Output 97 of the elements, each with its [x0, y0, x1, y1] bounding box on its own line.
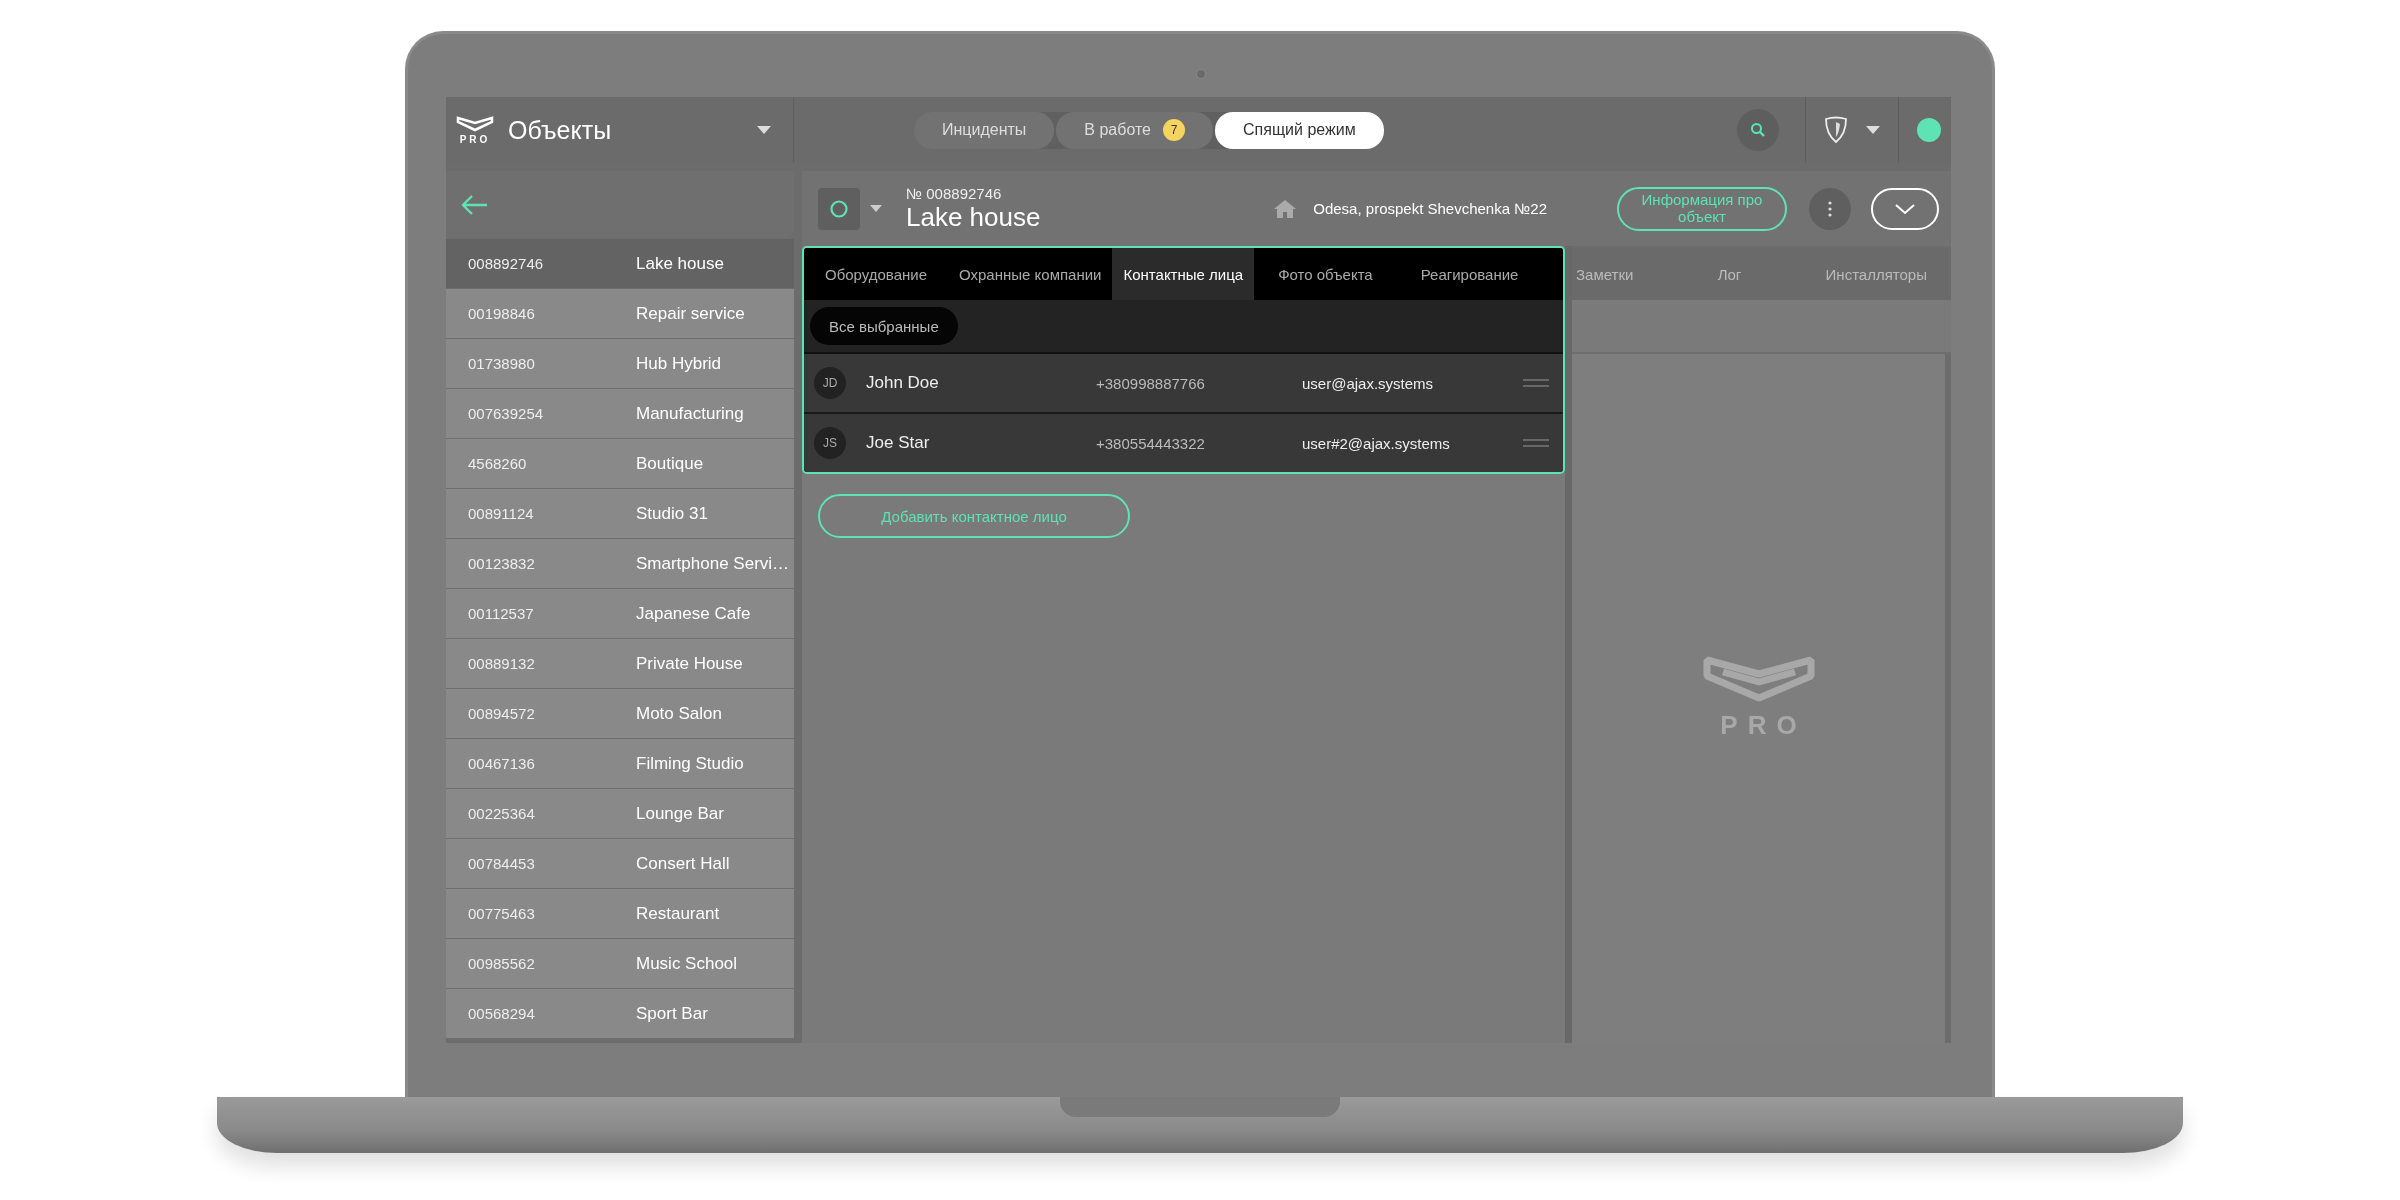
object-name: Consert Hall: [636, 853, 730, 874]
filter-chip[interactable]: Все выбранные: [810, 307, 958, 345]
object-title: Lake house: [906, 201, 1041, 233]
object-name: Boutique: [636, 453, 704, 474]
object-name: Manufacturing: [636, 403, 744, 424]
object-number: 00985562: [467, 955, 536, 972]
chevron-down-icon: [1894, 202, 1916, 215]
object-list-item[interactable]: 00467136 Filming Studio: [446, 739, 794, 789]
status-dot: [1917, 118, 1941, 142]
logo-icon: [456, 115, 494, 132]
contact-row[interactable]: JD John Doe +380998887766 user@ajax.systems: [804, 354, 1563, 414]
mode-tab[interactable]: В работе 7: [1056, 111, 1213, 149]
object-number: 00467136: [467, 755, 536, 772]
object-list-item[interactable]: 00894572 Moto Salon: [446, 689, 794, 739]
object-number: 00775463: [467, 905, 536, 922]
object-name: Filming Studio: [636, 753, 744, 774]
object-list-item[interactable]: 008892746 Lake house: [446, 239, 794, 289]
object-number: 01738980: [467, 355, 536, 372]
mode-tab[interactable]: Инциденты: [914, 111, 1055, 149]
tab[interactable]: Охранные компании: [938, 248, 1113, 300]
object-name: Repair service: [636, 303, 745, 324]
expand-button[interactable]: [1871, 187, 1939, 230]
page-title: Объекты: [508, 115, 613, 145]
camera-icon: [1196, 69, 1206, 79]
object-name: Moto Salon: [636, 703, 722, 724]
object-number: 00894572: [467, 705, 536, 722]
shield-icon[interactable]: [1824, 116, 1848, 144]
object-number: 00198846: [467, 305, 536, 322]
more-icon: [1828, 200, 1832, 217]
object-list-item[interactable]: 00775463 Restaurant: [446, 889, 794, 939]
tab[interactable]: Инсталляторы: [1821, 265, 1931, 283]
object-number: 4568260: [467, 455, 528, 472]
object-number: 00568294: [467, 1005, 536, 1022]
contact-name: Joe Star: [865, 433, 931, 453]
object-name: Smartphone Servi…: [636, 553, 790, 574]
avatar-initials: JD: [814, 367, 846, 399]
circle-icon: [829, 198, 849, 219]
mode-tab[interactable]: Спящий режим: [1215, 111, 1384, 149]
contact-name: John Doe: [865, 373, 940, 393]
object-list-item[interactable]: 01738980 Hub Hybrid: [446, 339, 794, 389]
caret-icon[interactable]: [757, 126, 771, 134]
object-number: 00891124: [467, 505, 535, 522]
tab[interactable]: Фото объекта: [1254, 248, 1397, 300]
object-id: № 008892746: [906, 184, 1003, 202]
object-number: 00889132: [467, 655, 536, 672]
contact-phone: +380554443322: [1096, 434, 1206, 452]
contact-email: user#2@ajax.systems: [1302, 434, 1451, 452]
drag-handle-icon[interactable]: [1523, 439, 1549, 447]
logo-text: PRO: [459, 133, 491, 145]
drag-handle-icon[interactable]: [1523, 379, 1549, 387]
object-number: 008892746: [467, 255, 545, 272]
search-button[interactable]: [1737, 109, 1779, 151]
object-list-item[interactable]: 00198846 Repair service: [446, 289, 794, 339]
caret-icon[interactable]: [870, 205, 882, 212]
contact-row[interactable]: JS Joe Star +380554443322 user#2@ajax.systems: [804, 414, 1563, 472]
object-number: 00225364: [467, 805, 536, 822]
arm-status-button[interactable]: [818, 187, 860, 230]
avatar-initials: JS: [814, 427, 846, 459]
tab[interactable]: Заметки: [1572, 265, 1638, 283]
tab[interactable]: Реагирование: [1396, 248, 1543, 300]
logo-icon: [1702, 656, 1815, 702]
search-icon: [1750, 122, 1766, 138]
object-name: Japanese Cafe: [636, 603, 751, 624]
object-name: Music School: [636, 953, 738, 974]
object-name: Studio 31: [636, 503, 708, 524]
object-number: 007639254: [467, 405, 545, 422]
tab[interactable]: Контактные лица: [1112, 248, 1255, 300]
object-name: Sport Bar: [636, 1003, 708, 1024]
object-name: Lake house: [636, 253, 724, 274]
object-number: 00123832: [467, 555, 536, 572]
object-name: Hub Hybrid: [636, 353, 722, 374]
object-list-item[interactable]: 007639254 Manufacturing: [446, 389, 794, 439]
object-name: Private House: [636, 653, 743, 674]
object-number: 00784453: [467, 855, 536, 872]
object-list-item[interactable]: 00123832 Smartphone Servi…: [446, 539, 794, 589]
house-icon: [1273, 198, 1298, 219]
object-list-item[interactable]: 00568294 Sport Bar: [446, 989, 794, 1039]
object-list-item[interactable]: 4568260 Boutique: [446, 439, 794, 489]
caret-icon[interactable]: [1866, 126, 1880, 134]
object-address: Odesa, prospekt Shevchenka №22: [1313, 200, 1547, 217]
contact-phone: +380998887766: [1096, 374, 1206, 392]
object-number: 00112537: [467, 605, 535, 622]
object-list-item[interactable]: 00985562 Music School: [446, 939, 794, 989]
object-name: Restaurant: [636, 903, 720, 924]
object-list-item[interactable]: 00784453 Consert Hall: [446, 839, 794, 889]
tab[interactable]: Лог: [1713, 265, 1746, 283]
object-info-button[interactable]: Информация про объект: [1617, 186, 1787, 231]
object-list-item[interactable]: 00891124 Studio 31: [446, 489, 794, 539]
back-arrow-icon[interactable]: [460, 194, 488, 216]
object-name: Lounge Bar: [636, 803, 724, 824]
add-contact-button[interactable]: Добавить контактное лицо: [818, 494, 1130, 538]
count-badge: 7: [1163, 119, 1185, 141]
tab[interactable]: Оборудование: [804, 248, 939, 300]
contact-email: user@ajax.systems: [1302, 374, 1435, 392]
object-list-item[interactable]: 00225364 Lounge Bar: [446, 789, 794, 839]
object-list-item[interactable]: 00112537 Japanese Cafe: [446, 589, 794, 639]
object-list-item[interactable]: 00889132 Private House: [446, 639, 794, 689]
